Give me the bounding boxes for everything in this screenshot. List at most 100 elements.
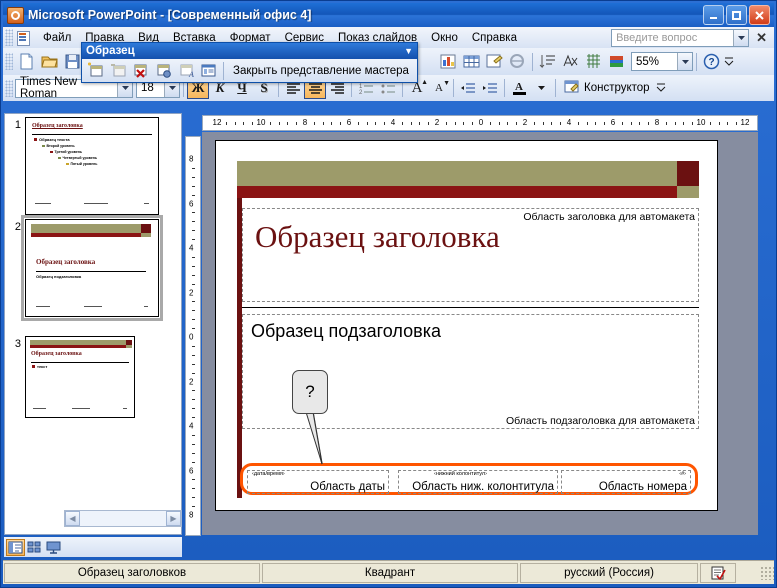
toolbar-separator: [555, 79, 556, 97]
ruler-minor-tick-h: [278, 122, 280, 125]
scroll-right-button[interactable]: ▶: [166, 511, 181, 526]
slide-sorter-button[interactable]: [25, 539, 44, 556]
zoom-value: 55%: [636, 55, 660, 68]
rename-master-button[interactable]: A: [175, 59, 198, 82]
thumbnail-preview-selected[interactable]: Образец заголовка Образец подзаголовка: [21, 215, 163, 321]
close-document-button[interactable]: ✕: [752, 30, 771, 46]
show-formatting-button[interactable]: [559, 50, 582, 73]
menu-item-help[interactable]: Справка: [465, 29, 524, 47]
thumbnail-preview[interactable]: Образец заголовка текст: [25, 336, 135, 418]
ruler-minor-tick-h: [516, 122, 518, 125]
ruler-tick-h: 2: [434, 118, 440, 127]
thumb2-foot-footer: [84, 306, 102, 307]
slide-thumbnail-pane[interactable]: 1 Образец заголовка Образец текста Второ…: [4, 113, 182, 535]
ruler-minor-tick-h: [252, 122, 254, 125]
maximize-button[interactable]: [726, 5, 747, 25]
thumbnail-preview[interactable]: Образец заголовка Образец текста Второй …: [25, 117, 159, 215]
delete-master-button[interactable]: [129, 59, 152, 82]
insert-hyperlink-button[interactable]: [506, 50, 529, 73]
ruler-minor-tick-v: [192, 265, 195, 267]
color-grayscale-button[interactable]: [605, 50, 628, 73]
decor-band-red: [237, 186, 677, 198]
toolbar-overflow-button[interactable]: [723, 50, 735, 73]
font-color-button[interactable]: A: [508, 77, 530, 99]
insert-new-slide-master-button[interactable]: [84, 59, 107, 82]
status-bar: Образец заголовков Квадрант русский (Рос…: [3, 560, 774, 584]
formatting-overflow-button[interactable]: [655, 77, 667, 100]
vertical-ruler[interactable]: 8 6 4 2 0 2 4 6 8: [185, 136, 201, 536]
thumb2-foot-date: [36, 306, 50, 307]
slide-canvas[interactable]: Область заголовка для автомакета Образец…: [215, 140, 718, 511]
ask-a-question-placeholder: Введите вопрос: [616, 31, 698, 44]
thumbnail-slide-2[interactable]: 2 Образец заголовка Образец подзаголовка: [7, 215, 163, 321]
menu-grip-handle[interactable]: [5, 29, 13, 46]
thumb2-band-red-right: [141, 233, 151, 237]
thumbnail-slide-1[interactable]: 1 Образец заголовка Образец текста Второ…: [7, 117, 159, 215]
master-toolbar-titlebar[interactable]: Образец ▼: [82, 43, 417, 59]
slide-show-button[interactable]: [44, 539, 63, 556]
decrease-indent-button[interactable]: [457, 77, 479, 99]
font-color-dropdown[interactable]: [530, 77, 552, 99]
preserve-master-button[interactable]: [152, 59, 175, 82]
formatting-grip-handle[interactable]: [5, 79, 13, 97]
menu-item-file[interactable]: Файл: [36, 29, 78, 47]
footer-placeholder[interactable]: ‹нижний колонтитул› Область ниж. колонти…: [398, 470, 558, 494]
title-bar: Microsoft PowerPoint - [Современный офис…: [3, 3, 774, 27]
insert-table-button[interactable]: [460, 50, 483, 73]
scroll-track[interactable]: [80, 511, 166, 526]
new-document-button[interactable]: [15, 50, 38, 73]
close-master-view-button[interactable]: Закрыть представление мастера: [227, 65, 415, 77]
insert-new-title-master-button[interactable]: [107, 59, 130, 82]
ruler-minor-tick-v: [192, 390, 195, 392]
decor-band-olive-right: [677, 161, 699, 186]
font-color-swatch: [512, 91, 526, 95]
insert-chart-button[interactable]: [437, 50, 460, 73]
ruler-minor-tick-h: [718, 122, 720, 125]
horizontal-ruler[interactable]: 12 10 8 6 4 2 0 2 4 6 8 10 12: [202, 115, 758, 131]
shrink-font-button[interactable]: A ▼: [428, 77, 450, 99]
master-layout-button[interactable]: [197, 59, 220, 82]
slide-number-placeholder[interactable]: ‹#› Область номера: [561, 470, 691, 494]
open-folder-button[interactable]: [38, 50, 61, 73]
design-label: Конструктор: [584, 82, 650, 94]
ruler-minor-tick-h: [604, 122, 606, 125]
status-language: русский (Россия): [520, 562, 698, 583]
normal-view-button[interactable]: [6, 538, 25, 556]
ruler-minor-tick-h: [630, 122, 632, 125]
insert-object-button[interactable]: [483, 50, 506, 73]
expand-all-button[interactable]: [536, 50, 559, 73]
minimize-button[interactable]: [703, 5, 724, 25]
ask-a-question-input[interactable]: Введите вопрос: [611, 28, 750, 47]
slide-edit-area[interactable]: Область заголовка для автомакета Образец…: [202, 132, 758, 535]
menu-item-window[interactable]: Окно: [424, 29, 465, 47]
spellcheck-icon[interactable]: [700, 562, 736, 583]
ruler-minor-tick-v: [192, 497, 195, 499]
font-color-label: A: [515, 80, 523, 93]
increase-indent-button[interactable]: [479, 77, 501, 99]
ruler-tick-h: 8: [654, 118, 660, 127]
horizontal-scrollbar[interactable]: ◀ ▶: [64, 510, 182, 527]
ruler-minor-tick-v: [192, 274, 195, 276]
scroll-left-button[interactable]: ◀: [65, 511, 80, 526]
thumbnail-slide-3[interactable]: 3 Образец заголовка текст: [7, 336, 135, 418]
resize-grip[interactable]: [760, 565, 774, 580]
show-grid-button[interactable]: [582, 50, 605, 73]
footer-placeholder-label: Область ниж. колонтитула: [412, 481, 554, 493]
chevron-down-icon[interactable]: [733, 29, 749, 46]
close-button[interactable]: [749, 5, 770, 25]
title-placeholder-label: Область заголовка для автомакета: [523, 211, 695, 223]
ruler-tick-h: 12: [740, 118, 750, 127]
title-placeholder[interactable]: Область заголовка для автомакета Образец…: [242, 208, 699, 302]
subtitle-placeholder-label: Область подзаголовка для автомакета: [505, 415, 695, 427]
chevron-down-icon[interactable]: ▼: [404, 46, 413, 56]
design-button[interactable]: Конструктор: [559, 77, 655, 99]
callout-balloon[interactable]: ?: [292, 370, 328, 414]
ruler-tick-v: 6: [189, 466, 194, 475]
view-buttons-bar: ◀ ▶: [4, 510, 182, 557]
ruler-minor-tick-h: [639, 122, 641, 125]
zoom-combo[interactable]: 55%: [631, 52, 693, 71]
toolbar-grip-handle[interactable]: [5, 53, 13, 70]
help-question-button[interactable]: ?: [700, 50, 723, 73]
shrink-font-label: A: [435, 82, 443, 94]
chevron-down-icon[interactable]: [677, 53, 692, 70]
